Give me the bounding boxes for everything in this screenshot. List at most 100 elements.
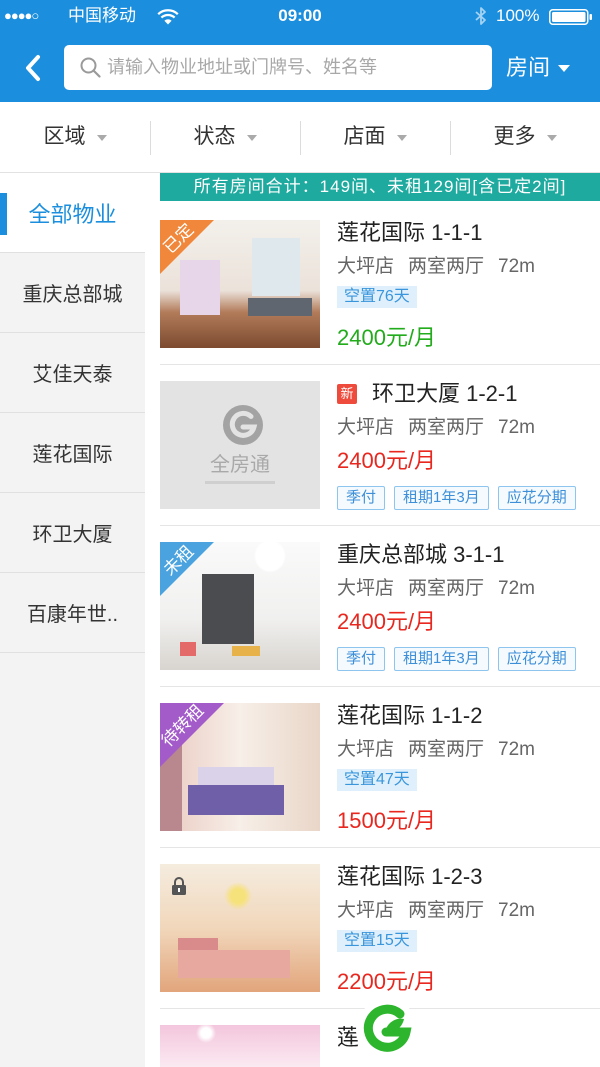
lock-icon (171, 877, 187, 895)
payment-tag: 季付 (337, 647, 386, 671)
battery-icon (549, 9, 593, 25)
clock: 09:00 (278, 6, 322, 25)
filter-region[interactable]: 区域 (0, 102, 150, 172)
sidebar-item-label: 艾佳天泰 (32, 364, 113, 386)
room-info: 莲花国际 1-1-1 大坪店 两室两厅 72m 空置76天 2400元/月 (337, 204, 600, 364)
room-type-dropdown[interactable]: 房间 (506, 48, 590, 88)
sidebar-item-property[interactable]: 艾佳天泰 (0, 333, 145, 413)
status-ribbon: 未租 (160, 542, 214, 596)
room-layout: 两室两厅 (408, 739, 485, 760)
room-list-panel: 所有房间合计：149间、未租129间[含已定2间] 已定 莲花国际 1-1-1 … (145, 173, 600, 1067)
room-tags: 季付 租期1年3月 应花分期 (337, 486, 585, 510)
payment-tag: 季付 (337, 486, 386, 510)
sidebar-item-label: 全部物业 (28, 201, 117, 227)
caret-down-icon (96, 135, 107, 141)
room-tags: 季付 租期1年3月 应花分期 (337, 647, 585, 671)
filter-bar: 区域 状态 店面 更多 (0, 102, 600, 173)
caret-down-icon (396, 135, 407, 141)
sidebar-item-property[interactable]: 环卫大厦 (0, 493, 145, 573)
app-header: ●●●●○ 中国移动 09:00 100% 请输入物业地址或门牌号、姓名等 房间 (0, 0, 600, 102)
lease-term-tag: 租期1年3月 (394, 486, 489, 510)
room-price: 2400元/月 (337, 448, 437, 473)
room-layout: 两室两厅 (408, 256, 485, 277)
sidebar-item-label: 重庆总部城 (22, 284, 123, 306)
room-type-label: 房间 (506, 55, 551, 80)
room-details: 大坪店 两室两厅 72m (337, 253, 535, 281)
quanfangtong-logo-icon (356, 999, 418, 1061)
room-info: 重庆总部城 3-1-1 大坪店 两室两厅 72m 2400元/月 季付 租期1年… (337, 526, 600, 686)
back-button[interactable] (18, 51, 48, 85)
room-title-text: 环卫大厦 1-2-1 (372, 381, 518, 406)
lease-term-tag: 租期1年3月 (394, 647, 489, 671)
vacancy-badge: 空置15天 (337, 930, 417, 952)
room-store: 大坪店 (337, 739, 395, 760)
chevron-left-icon (26, 55, 40, 81)
room-layout: 两室两厅 (408, 417, 485, 438)
room-area: 72m (498, 578, 535, 599)
sidebar-item-property[interactable]: 重庆总部城 (0, 253, 145, 333)
room-photo: 已定 (160, 220, 320, 348)
status-ribbon: 已定 (160, 220, 214, 274)
new-badge: 新 (337, 384, 357, 404)
battery-percentage: 100% (496, 6, 540, 25)
room-list-item[interactable]: 莲花国际 1-2-3 大坪店 两室两厅 72m 空置15天 2200元/月 (160, 848, 600, 1009)
carrier-name: 中国移动 (68, 6, 136, 25)
room-details: 大坪店 两室两厅 72m (337, 575, 535, 603)
room-area: 72m (498, 739, 535, 760)
search-box[interactable] (64, 45, 492, 90)
room-details: 大坪店 两室两厅 72m (337, 736, 535, 764)
room-list-item[interactable]: 全房通 新 环卫大厦 1-2-1 大坪店 两室两厅 72m 2400元/月 季付… (160, 365, 600, 526)
filter-store[interactable]: 店面 (300, 102, 450, 172)
installment-tag: 应花分期 (497, 647, 576, 671)
room-title: 莲花国际 1-1-1 (337, 218, 482, 248)
room-area: 72m (498, 256, 535, 277)
room-price: 1500元/月 (337, 808, 437, 833)
sidebar-item-label: 莲花国际 (32, 444, 113, 466)
room-info: 莲花国际 1-1-2 大坪店 两室两厅 72m 空置47天 1500元/月 (337, 687, 600, 847)
sidebar-item-all-properties[interactable]: 全部物业 (0, 173, 145, 253)
room-photo (160, 1025, 320, 1067)
room-photo: 未租 (160, 542, 320, 670)
filter-label: 更多 (493, 125, 536, 148)
room-price: 2200元/月 (337, 969, 437, 994)
bluetooth-icon (474, 6, 488, 26)
room-title: 新 环卫大厦 1-2-1 (337, 379, 517, 409)
room-title: 重庆总部城 3-1-1 (337, 540, 504, 570)
selected-indicator (0, 193, 7, 235)
search-icon (80, 57, 101, 78)
caret-down-icon (558, 64, 571, 72)
room-list-item[interactable]: 已定 莲花国际 1-1-1 大坪店 两室两厅 72m 空置76天 2400元/月 (160, 204, 600, 365)
sidebar-item-property[interactable]: 百康年世.. (0, 573, 145, 653)
wifi-icon (157, 8, 179, 25)
installment-tag: 应花分期 (497, 486, 576, 510)
filter-label: 状态 (193, 125, 236, 148)
room-title-text: 莲花国际 1-1-1 (337, 220, 483, 245)
room-list-item[interactable]: 待转租 莲花国际 1-1-2 大坪店 两室两厅 72m 空置47天 1500元/… (160, 687, 600, 848)
room-store: 大坪店 (337, 578, 395, 599)
property-sidebar: 全部物业 重庆总部城 艾佳天泰 莲花国际 环卫大厦 百康年世.. (0, 173, 145, 1067)
placeholder-logo-text: 全房通 (210, 454, 270, 476)
room-layout: 两室两厅 (408, 900, 485, 921)
room-list-item[interactable]: 未租 重庆总部城 3-1-1 大坪店 两室两厅 72m 2400元/月 季付 租… (160, 526, 600, 687)
vacancy-badge: 空置47天 (337, 769, 417, 791)
room-list[interactable]: 已定 莲花国际 1-1-1 大坪店 两室两厅 72m 空置76天 2400元/月 (160, 204, 600, 1067)
room-photo (160, 864, 320, 992)
filter-label: 区域 (43, 125, 86, 148)
search-input[interactable] (107, 45, 482, 90)
sidebar-item-label: 百康年世.. (26, 604, 119, 626)
room-price: 2400元/月 (337, 325, 437, 350)
filter-status[interactable]: 状态 (150, 102, 300, 172)
room-store: 大坪店 (337, 900, 395, 921)
status-ribbon-label: 未租 (160, 542, 198, 580)
vacancy-badge: 空置76天 (337, 286, 417, 308)
quanfangtong-logo-button[interactable] (355, 998, 419, 1062)
room-photo-placeholder: 全房通 (160, 381, 320, 509)
room-store: 大坪店 (337, 417, 395, 438)
filter-label: 店面 (343, 125, 386, 148)
sidebar-item-property[interactable]: 莲花国际 (0, 413, 145, 493)
room-area: 72m (498, 417, 535, 438)
filter-more[interactable]: 更多 (450, 102, 600, 172)
room-title-text: 莲花国际 1-1-2 (337, 703, 483, 728)
signal-strength: ●●●●○ (4, 8, 39, 23)
status-ribbon: 待转租 (160, 703, 224, 767)
